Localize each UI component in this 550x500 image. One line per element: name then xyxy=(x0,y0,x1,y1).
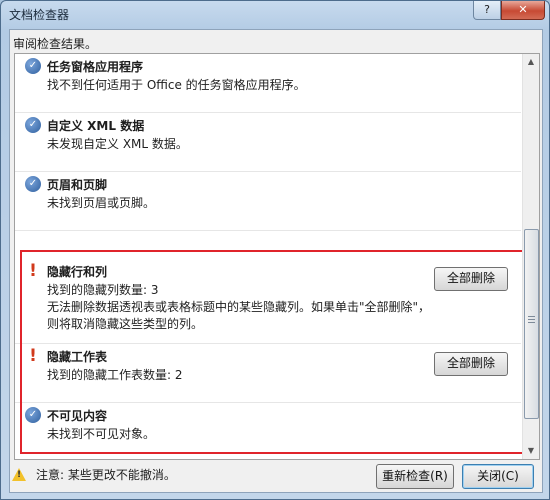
footer-note: ! 注意: 某些更改不能撤消。 xyxy=(12,466,176,483)
footer-note-text: 注意: 某些更改不能撤消。 xyxy=(36,468,176,482)
section-description: 未找到页眉或页脚。 xyxy=(47,195,437,212)
section-description: 找到的隐藏工作表数量: 2 xyxy=(47,367,437,384)
inspection-results-list[interactable]: ✓ 任务窗格应用程序 找不到任何适用于 Office 的任务窗格应用程序。 ✓ … xyxy=(14,53,540,460)
window-title: 文档检查器 xyxy=(9,8,70,22)
title-bar-buttons: ? ✕ xyxy=(473,1,545,20)
exclamation-icon: ! xyxy=(29,261,37,281)
result-section-hidden-worksheets: ! 隐藏工作表 找到的隐藏工作表数量: 2 全部删除 xyxy=(15,344,521,403)
document-inspector-window: 文档检查器 ? ✕ 审阅检查结果。 ✓ 任务窗格应用程序 找不到任何适用于 Of… xyxy=(0,0,550,500)
result-section-task-pane-apps: ✓ 任务窗格应用程序 找不到任何适用于 Office 的任务窗格应用程序。 xyxy=(15,54,521,113)
close-button[interactable]: 关闭(C) xyxy=(462,464,534,489)
section-description: 未发现自定义 XML 数据。 xyxy=(47,136,437,153)
dialog-subtitle: 审阅检查结果。 xyxy=(13,37,98,51)
recheck-button[interactable]: 重新检查(R) xyxy=(376,464,454,489)
result-section-hidden-rows-columns: ! 隐藏行和列 找到的隐藏列数量: 3 无法删除数据透视表或表格标题中的某些隐藏… xyxy=(15,259,521,344)
help-button[interactable]: ? xyxy=(473,1,501,20)
vertical-scrollbar[interactable]: ▲ ▼ xyxy=(522,54,539,459)
section-line: 则将取消隐藏这些类型的列。 xyxy=(47,317,204,331)
warning-triangle-icon: ! xyxy=(12,468,26,481)
section-title: 不可见内容 xyxy=(47,409,108,423)
section-description: 找到的隐藏列数量: 3 无法删除数据透视表或表格标题中的某些隐藏列。如果单击"全… xyxy=(47,282,437,333)
section-description: 找不到任何适用于 Office 的任务窗格应用程序。 xyxy=(47,77,437,94)
section-line: 找到的隐藏列数量: 3 xyxy=(47,283,159,297)
check-circle-icon: ✓ xyxy=(25,117,41,133)
dialog-client-area: 审阅检查结果。 ✓ 任务窗格应用程序 找不到任何适用于 Office 的任务窗格… xyxy=(9,29,543,493)
result-section-invisible-content: ✓ 不可见内容 未找到不可见对象。 xyxy=(15,403,521,453)
section-line: 无法删除数据透视表或表格标题中的某些隐藏列。如果单击"全部删除"， xyxy=(47,300,431,314)
section-title: 自定义 XML 数据 xyxy=(47,119,145,133)
remove-all-hidden-worksheets-button[interactable]: 全部删除 xyxy=(434,352,508,376)
section-title: 页眉和页脚 xyxy=(47,178,108,192)
check-circle-icon: ✓ xyxy=(25,407,41,423)
section-title: 隐藏行和列 xyxy=(47,265,108,279)
scrollbar-thumb[interactable] xyxy=(524,229,539,419)
title-bar: 文档检查器 ? ✕ xyxy=(1,1,549,27)
remove-all-hidden-columns-button[interactable]: 全部删除 xyxy=(434,267,508,291)
section-line: 未发现自定义 XML 数据。 xyxy=(47,137,188,151)
result-section-custom-xml: ✓ 自定义 XML 数据 未发现自定义 XML 数据。 xyxy=(15,113,521,172)
section-description: 未找到不可见对象。 xyxy=(47,426,437,443)
result-section-headers-footers: ✓ 页眉和页脚 未找到页眉或页脚。 xyxy=(15,172,521,231)
section-line: 找到的隐藏工作表数量: 2 xyxy=(47,368,183,382)
window-close-button[interactable]: ✕ xyxy=(501,1,545,20)
section-title: 隐藏工作表 xyxy=(47,350,108,364)
section-title: 任务窗格应用程序 xyxy=(47,60,144,74)
exclamation-icon: ! xyxy=(29,346,37,366)
check-circle-icon: ✓ xyxy=(25,58,41,74)
section-line: 未找到不可见对象。 xyxy=(47,427,156,441)
section-line: 未找到页眉或页脚。 xyxy=(47,196,156,210)
scroll-up-arrow-icon[interactable]: ▲ xyxy=(523,54,539,70)
scroll-down-arrow-icon[interactable]: ▼ xyxy=(523,443,539,459)
check-circle-icon: ✓ xyxy=(25,176,41,192)
section-line: 找不到任何适用于 Office 的任务窗格应用程序。 xyxy=(47,78,306,92)
